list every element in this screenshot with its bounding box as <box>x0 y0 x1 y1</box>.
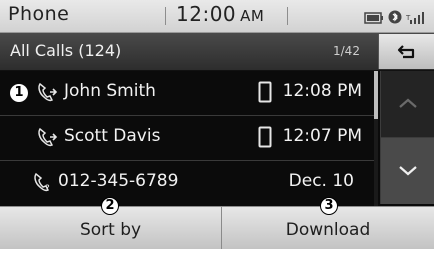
outgoing-call-icon <box>36 81 58 107</box>
chevron-down-icon <box>399 166 417 176</box>
clock-time: 12:00 <box>176 2 237 26</box>
call-list: 1 John Smith 12:08 PM Scott Davis 12:07 … <box>0 71 374 206</box>
list-item[interactable]: Scott Davis 12:07 PM <box>0 116 374 161</box>
mobile-phone-icon <box>258 126 272 152</box>
svg-text:?: ? <box>45 184 50 193</box>
list-header: All Calls (124) 1/42 <box>0 33 434 71</box>
scrollbar-thumb[interactable] <box>374 71 378 119</box>
status-icons: T <box>364 9 426 28</box>
phone-screen: Phone 12:00 AM T All Calls (124) 1/42 1 … <box>0 0 434 249</box>
call-history-screen: All Calls (124) 1/42 1 John Smith 12:08 … <box>0 33 434 206</box>
status-bar: Phone 12:00 AM T <box>0 0 434 33</box>
battery-icon <box>364 9 384 28</box>
list-title: All Calls (124) <box>10 41 122 60</box>
list-item[interactable]: 1 John Smith 12:08 PM <box>0 71 374 116</box>
callout-marker: 1 <box>10 84 28 102</box>
bluetooth-icon <box>388 9 402 28</box>
app-title: Phone <box>8 3 70 25</box>
bottom-button-bar: 2 Sort by 3 Download <box>0 197 434 249</box>
call-date: Dec. 10 <box>288 171 354 191</box>
sort-by-label: Sort by <box>79 220 142 240</box>
clock-ampm: AM <box>240 7 265 25</box>
caller-number: 012-345-6789 <box>58 171 179 191</box>
download-button[interactable]: 3 Download <box>222 197 434 249</box>
list-item[interactable]: ? 012-345-6789 Dec. 10 <box>0 161 374 205</box>
status-separator <box>287 7 288 25</box>
signal-icon: T <box>405 9 426 28</box>
missed-call-icon: ? <box>32 171 54 197</box>
caller-name: Scott Davis <box>64 126 161 146</box>
back-arrow-icon <box>397 45 415 59</box>
scroll-up-button[interactable] <box>380 71 434 138</box>
callout-marker: 3 <box>320 197 338 215</box>
page-indicator: 1/42 <box>333 44 360 58</box>
callout-marker: 2 <box>101 197 119 215</box>
clock: 12:00 AM <box>176 2 264 26</box>
svg-text:T: T <box>406 14 411 22</box>
call-time: 12:07 PM <box>282 126 362 146</box>
scroll-down-button[interactable] <box>380 138 434 204</box>
download-label: Download <box>285 220 371 240</box>
call-time: 12:08 PM <box>282 81 362 101</box>
status-separator <box>165 7 166 25</box>
back-button[interactable] <box>378 34 434 69</box>
chevron-up-icon <box>399 98 417 108</box>
sort-by-button[interactable]: 2 Sort by <box>0 197 222 249</box>
mobile-phone-icon <box>258 81 272 107</box>
caller-name: John Smith <box>64 81 156 101</box>
outgoing-call-icon <box>36 126 58 152</box>
scrollbar[interactable] <box>374 71 378 206</box>
